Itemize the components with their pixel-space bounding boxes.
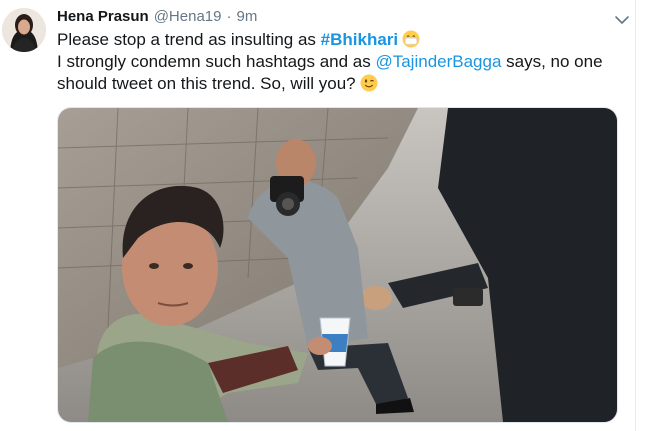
- separator-dot: ·: [226, 8, 232, 25]
- tweet-body: Hena Prasun @Hena19 · 9m Please stop a t…: [57, 7, 627, 95]
- winking-face-emoji: [360, 74, 378, 92]
- mention-link[interactable]: @TajinderBagga: [375, 52, 501, 71]
- tweet-line-3: should tweet on this trend. So, will you…: [57, 73, 627, 95]
- avatar[interactable]: [2, 8, 46, 52]
- hashtag-link[interactable]: #Bhikhari: [321, 30, 398, 49]
- tweet-text-segment: I strongly condemn such hashtags and as: [57, 52, 376, 71]
- tweet[interactable]: Hena Prasun @Hena19 · 9m Please stop a t…: [0, 0, 650, 431]
- tweet-line-1: Please stop a trend as insulting as #Bhi…: [57, 29, 627, 51]
- display-name[interactable]: Hena Prasun: [57, 7, 149, 27]
- timestamp[interactable]: 9m: [236, 7, 257, 27]
- grimacing-mask-face-emoji: [402, 30, 420, 48]
- tweet-text-segment: Please stop a trend as insulting as: [57, 30, 321, 49]
- tweet-image[interactable]: [57, 107, 618, 423]
- tweet-text-segment: says, no one: [501, 52, 603, 71]
- photo-street-scene: [58, 108, 617, 422]
- tweet-line-2: I strongly condemn such hashtags and as …: [57, 51, 627, 73]
- tweet-text-segment: should tweet on this trend. So, will you…: [57, 74, 356, 93]
- chevron-down-icon[interactable]: [614, 14, 630, 26]
- tweet-header: Hena Prasun @Hena19 · 9m: [57, 7, 627, 27]
- column-divider: [635, 0, 636, 431]
- avatar-image: [2, 8, 46, 52]
- tweet-text: Please stop a trend as insulting as #Bhi…: [57, 29, 627, 95]
- user-handle[interactable]: @Hena19: [154, 7, 222, 27]
